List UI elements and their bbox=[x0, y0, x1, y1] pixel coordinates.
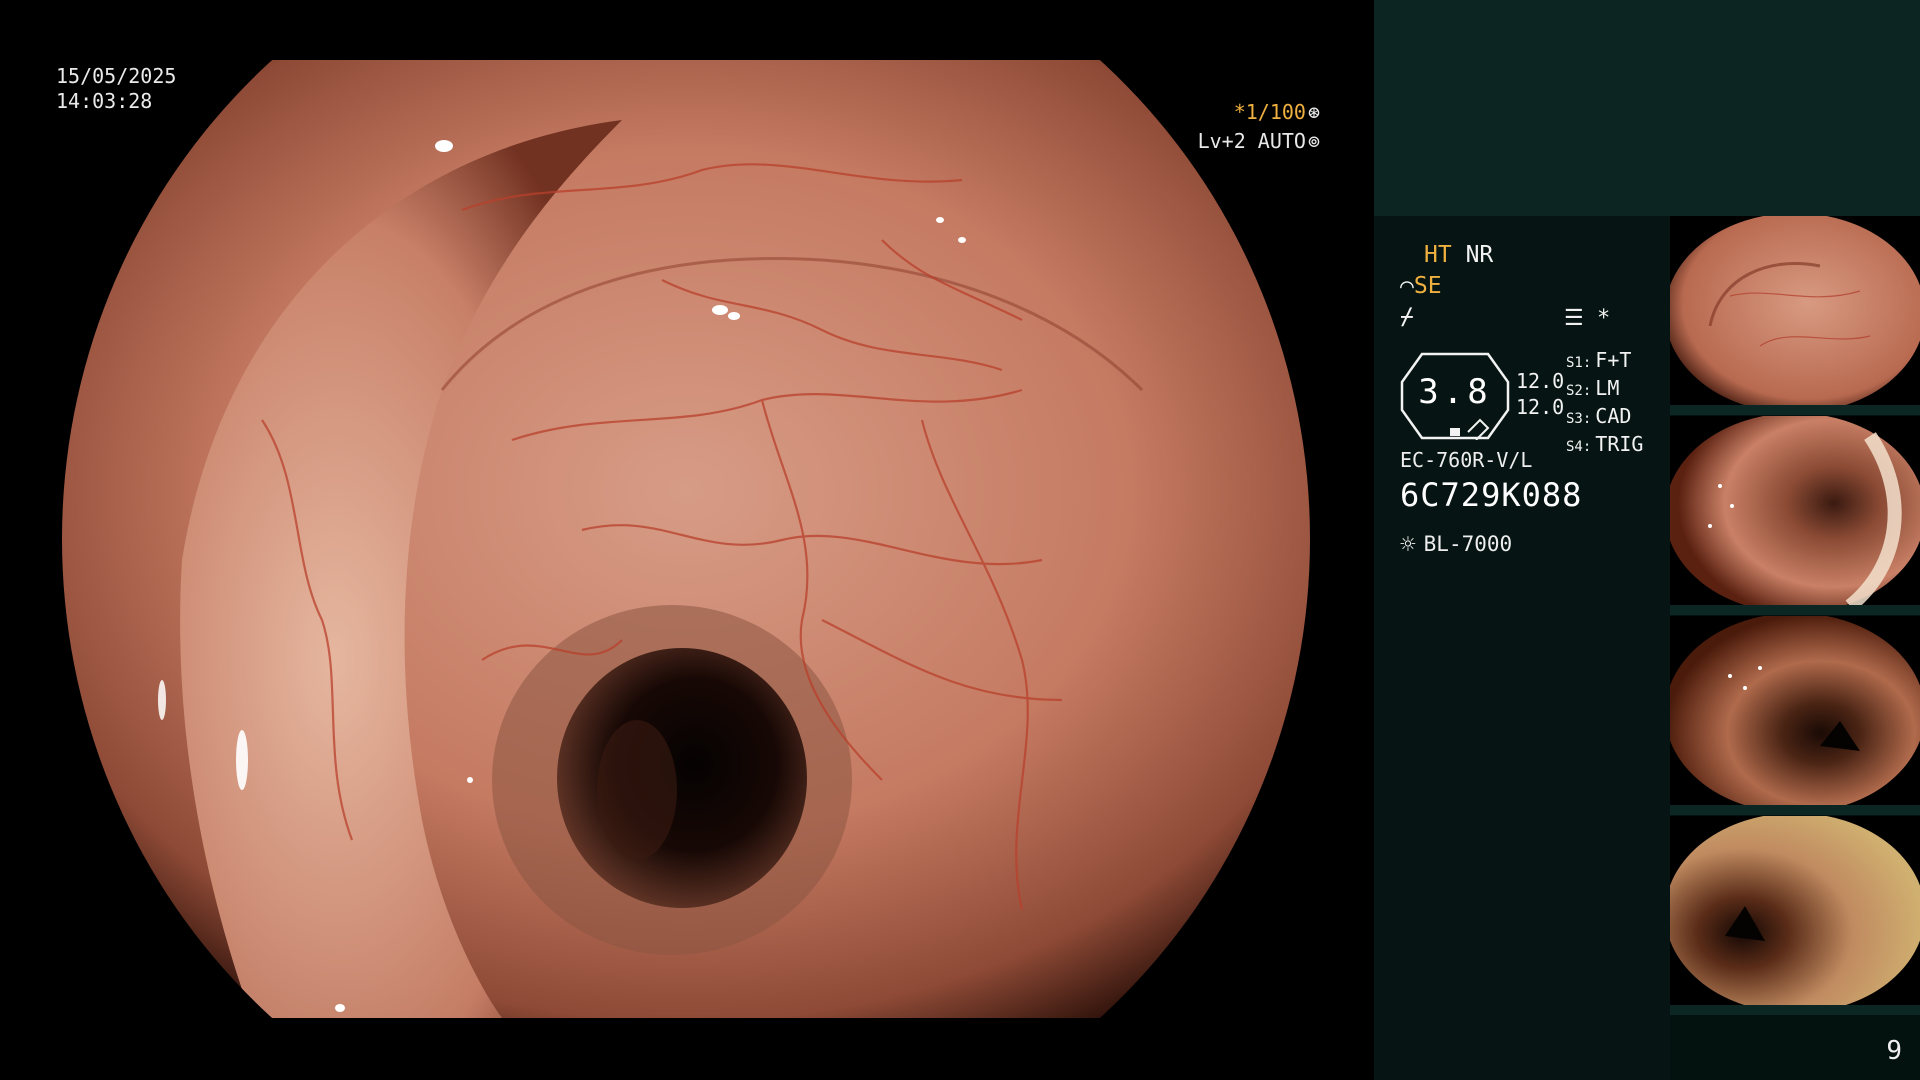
thumbnail-4[interactable] bbox=[1670, 816, 1920, 1011]
light-source: ☼ BL-7000 bbox=[1400, 530, 1512, 560]
thumbnail-image bbox=[1670, 416, 1920, 611]
light-source-label: BL-7000 bbox=[1423, 532, 1513, 556]
freeze-icon: ⌿ bbox=[1400, 304, 1414, 330]
thumbnail-4-bar bbox=[1670, 1005, 1920, 1015]
auto-iris-icon: ⊚ bbox=[1307, 129, 1320, 153]
mode-indicators: HT NR ⌒SE ⌿ bbox=[1400, 240, 1493, 333]
structure-icon: ⌒ bbox=[1400, 273, 1414, 299]
thumbnail-image bbox=[1670, 216, 1920, 411]
aperture-icon: ⊛ bbox=[1307, 100, 1320, 124]
gauge-value: 3.8 bbox=[1418, 372, 1492, 412]
scope-model: EC-760R-V/L bbox=[1400, 448, 1533, 472]
thumbnail-3[interactable] bbox=[1670, 616, 1920, 811]
gauge-side-2: 12.0 bbox=[1516, 395, 1565, 419]
setting-s2: S2: LM bbox=[1566, 376, 1620, 400]
thumbnail-2-bar bbox=[1670, 605, 1920, 615]
mode-nr: NR bbox=[1465, 242, 1494, 268]
info-panel-body bbox=[1374, 216, 1670, 1080]
time-label: 14:03:28 bbox=[56, 89, 153, 113]
datetime-readout: 15/05/2025 14:03:28 bbox=[56, 64, 176, 114]
menu-icon: ☰ * bbox=[1564, 306, 1611, 331]
gauge-side-values: 12.0 12.0 bbox=[1516, 368, 1564, 420]
mode-se: SE bbox=[1413, 273, 1442, 299]
page-number: 9 bbox=[1886, 1036, 1902, 1066]
exposure-readout: *1/100 ⊛ Lv+2 AUTO ⊚ bbox=[1198, 98, 1320, 156]
scope-serial: 6C729K088 bbox=[1400, 476, 1583, 514]
gauge-side-1: 12.0 bbox=[1516, 369, 1565, 393]
setting-s1: S1: F+T bbox=[1566, 348, 1632, 372]
endoscope-view bbox=[62, 60, 1310, 1018]
light-source-icon: ☼ bbox=[1400, 530, 1416, 560]
mode-ht: HT bbox=[1424, 242, 1452, 268]
thumbnail-3-bar bbox=[1670, 805, 1920, 815]
thumbnail-2[interactable] bbox=[1670, 416, 1920, 611]
thumbnail-1-bar bbox=[1670, 405, 1920, 415]
brightness-level: Lv+2 AUTO bbox=[1197, 129, 1306, 153]
colon-lumen-image bbox=[62, 60, 1310, 1018]
asterisk-mark: * bbox=[1596, 306, 1611, 331]
date-label: 15/05/2025 bbox=[56, 64, 177, 88]
thumbnail-image bbox=[1670, 616, 1920, 811]
switch-settings: S1: F+T S2: LM S3: CAD S4: TRIG bbox=[1566, 348, 1643, 460]
thumbnail-1[interactable] bbox=[1670, 216, 1920, 411]
shutter-speed: *1/100 bbox=[1233, 100, 1306, 124]
info-panel-header bbox=[1374, 0, 1920, 216]
setting-s4: S4: TRIG bbox=[1566, 432, 1644, 456]
thumbnail-image bbox=[1670, 816, 1920, 1011]
setting-s3: S3: CAD bbox=[1566, 404, 1632, 428]
